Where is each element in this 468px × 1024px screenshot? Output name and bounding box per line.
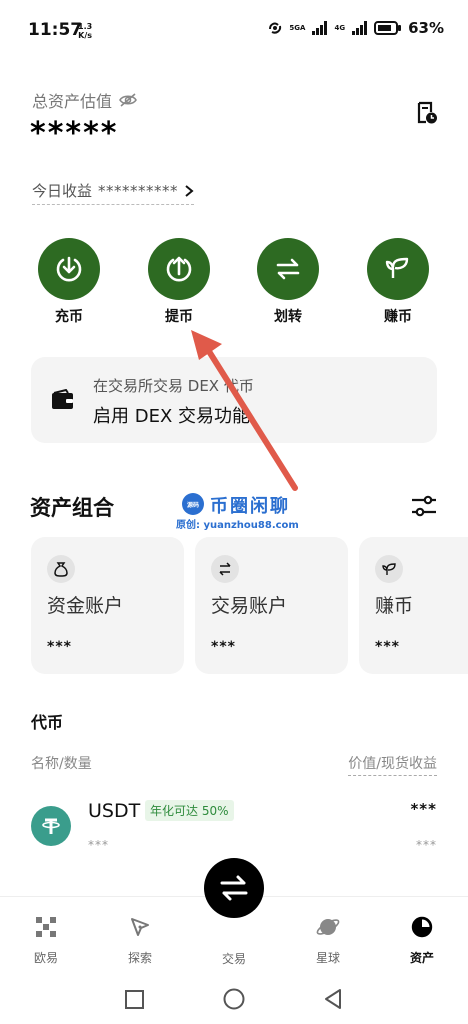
nav-explore[interactable]: 探索 [105, 913, 175, 966]
withdraw-label: 提币 [165, 309, 193, 325]
status-bar: 11:57 1.3 K/s 5GA 4G 63% [0, 0, 468, 60]
chevron-right-icon [185, 184, 194, 197]
apy-badge[interactable]: 年化可达 50% [145, 800, 234, 821]
token-pnl: *** [416, 838, 437, 852]
battery-percent: 63% [408, 19, 444, 37]
network-speed: 1.3 K/s [78, 22, 92, 40]
compass-icon [105, 913, 175, 941]
signal1-label: 5GA [289, 24, 306, 32]
trade-fab-button[interactable] [204, 858, 264, 918]
nav-okx-label: 欧易 [33, 951, 58, 965]
watermark-title: 币圈闲聊 [210, 496, 290, 517]
signal-strength-icon [312, 21, 328, 35]
tokens-title: 代币 [31, 713, 64, 732]
trading-account-card[interactable]: 交易账户 *** [195, 537, 348, 674]
planet-icon [293, 913, 363, 941]
portfolio-title: 资产组合 [30, 496, 114, 520]
trading-account-name: 交易账户 [211, 595, 288, 617]
quick-actions: 充币 提币 划转 赚币 [0, 238, 468, 328]
okx-logo-icon [11, 913, 81, 941]
earn-account-card[interactable]: 赚币 *** [359, 537, 468, 674]
settings-sliders-icon[interactable] [410, 493, 438, 519]
earn-label: 赚币 [384, 309, 412, 325]
column-name-amount: 名称/数量 [31, 756, 92, 772]
token-value: *** [410, 800, 437, 818]
token-symbol: USDT [88, 800, 141, 822]
earn-account-value: *** [375, 639, 400, 655]
status-time: 11:57 [28, 20, 83, 40]
swap-arrows-icon [220, 875, 248, 901]
usdt-icon [31, 806, 71, 846]
total-assets-label: 总资产估值 [32, 88, 138, 112]
nav-assets-label: 资产 [409, 951, 434, 965]
withdraw-icon [148, 238, 210, 300]
nav-trade-label[interactable]: 交易 [204, 950, 264, 967]
signal2-label: 4G [334, 24, 346, 32]
wallet-icon [52, 389, 73, 409]
withdraw-button[interactable]: 提币 [134, 238, 224, 326]
nav-assets[interactable]: 资产 [387, 913, 457, 966]
nav-planet[interactable]: 星球 [293, 913, 363, 966]
funding-account-value: *** [47, 639, 72, 655]
transfer-label: 划转 [274, 309, 302, 325]
network-speed-unit: K/s [78, 31, 93, 40]
nav-planet-label: 星球 [315, 951, 340, 965]
hotspot-icon [269, 22, 282, 34]
transfer-icon [257, 238, 319, 300]
earn-account-name: 赚币 [375, 595, 414, 617]
battery-icon [374, 21, 402, 35]
watermark: 源码 币圈闲聊 原创: yuanzhou88.com [176, 490, 326, 536]
deposit-label: 充币 [55, 309, 83, 325]
dex-subtitle: 在交易所交易 DEX 代币 [93, 377, 254, 395]
nav-okx[interactable]: 欧易 [11, 913, 81, 966]
home-icon[interactable] [223, 988, 245, 1010]
history-record-icon[interactable] [416, 101, 438, 125]
network-speed-value: 1.3 [78, 22, 93, 31]
nav-explore-label: 探索 [127, 951, 152, 965]
earn-button[interactable]: 赚币 [353, 238, 443, 326]
earn-sprout-icon [367, 238, 429, 300]
status-icons: 5GA 4G 63% [267, 19, 444, 37]
today-profit-label: 今日收益 [32, 182, 93, 200]
transfer-button[interactable]: 划转 [243, 238, 333, 326]
money-bag-icon [47, 555, 75, 583]
token-amount: *** [88, 838, 109, 852]
signal-strength-icon-2 [352, 21, 368, 35]
sprout-icon [375, 555, 403, 583]
deposit-button[interactable]: 充币 [24, 238, 114, 326]
pie-chart-icon [387, 913, 457, 941]
funding-account-card[interactable]: 资金账户 *** [31, 537, 184, 674]
deposit-icon [38, 238, 100, 300]
watermark-url: 原创: yuanzhou88.com [176, 520, 299, 531]
total-assets-value: ***** [30, 116, 119, 151]
eye-off-icon[interactable] [118, 92, 138, 108]
today-profit-row[interactable]: 今日收益 ********** [32, 180, 195, 205]
dex-title: 启用 DEX 交易功能 [93, 406, 251, 427]
trading-account-value: *** [211, 639, 236, 655]
swap-icon [211, 555, 239, 583]
account-cards: 资金账户 *** 交易账户 *** 赚币 *** [31, 537, 468, 675]
enable-dex-card[interactable]: 在交易所交易 DEX 代币 启用 DEX 交易功能 [31, 357, 437, 443]
system-nav-bar [125, 988, 341, 1010]
funding-account-name: 资金账户 [47, 595, 124, 617]
today-profit-value: ********** [98, 181, 179, 200]
total-assets-label-text: 总资产估值 [32, 92, 113, 111]
recent-apps-icon[interactable] [125, 990, 144, 1009]
column-value-pnl[interactable]: 价值/现货收益 [348, 753, 437, 776]
back-icon[interactable] [325, 989, 341, 1009]
watermark-logo: 源码 [182, 493, 204, 515]
